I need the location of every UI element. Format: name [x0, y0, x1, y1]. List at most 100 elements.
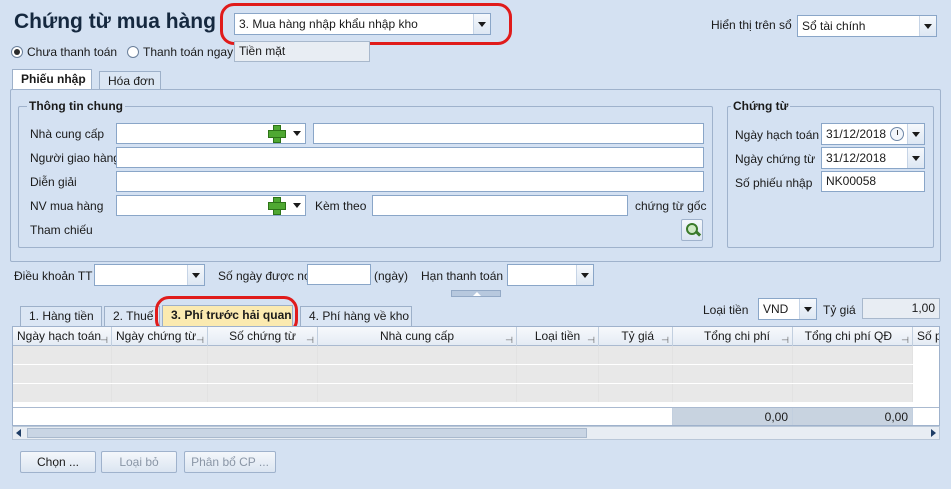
display-on-book-select[interactable]: Sổ tài chính	[797, 15, 937, 37]
posting-date-picker[interactable]: 31/12/2018	[821, 123, 925, 145]
unpaid-radio[interactable]	[11, 46, 23, 58]
currency-value: VND	[763, 302, 789, 316]
grid-footer: 0,00 0,00	[13, 407, 939, 425]
chevron-down-icon[interactable]	[576, 265, 593, 285]
tab-pre-customs-fees-label: 3. Phí trước hải quan	[171, 308, 292, 322]
col-posting-date[interactable]: Ngày hạch toán ⊣	[13, 327, 112, 346]
col-label: Nhà cung cấp	[379, 329, 455, 343]
original-docs-label: chứng từ gốc	[635, 199, 707, 213]
due-date-picker[interactable]	[507, 264, 594, 286]
voucher-date-picker[interactable]: 31/12/2018	[821, 147, 925, 169]
supplier-name-input[interactable]	[313, 123, 704, 144]
tab-invoice[interactable]: Hóa đơn	[99, 71, 161, 90]
voucher-date-label: Ngày chứng từ	[735, 152, 816, 166]
add-icon[interactable]	[268, 197, 286, 215]
paid-radio[interactable]	[127, 46, 139, 58]
collapse-splitter[interactable]	[451, 290, 501, 297]
deliverer-input[interactable]	[116, 147, 704, 168]
tab-invoice-label: Hóa đơn	[108, 74, 155, 88]
table-row[interactable]	[13, 365, 939, 383]
purchase-type-value: 3. Mua hàng nhập khẩu nhập kho	[239, 17, 418, 31]
tab-pre-customs-fees[interactable]: 3. Phí trước hải quan	[162, 305, 293, 327]
pin-icon[interactable]: ⊣	[100, 331, 108, 346]
tab-tax-label: 2. Thuế	[113, 309, 154, 323]
chevron-down-icon[interactable]	[919, 16, 936, 36]
credit-days-input[interactable]	[307, 264, 371, 285]
pin-icon[interactable]: ⊣	[587, 331, 595, 346]
col-label: Tỷ giá	[621, 329, 654, 343]
col-total-cost-qd[interactable]: Tổng chi phí QĐ ⊣	[793, 327, 913, 346]
grid-header: Ngày hạch toán ⊣ Ngày chứng từ ⊣ Số chứng …	[13, 327, 939, 346]
horizontal-scrollbar[interactable]	[12, 426, 940, 440]
tab-goods-money[interactable]: 1. Hàng tiền	[20, 306, 102, 327]
col-label: Ngày chứng từ	[116, 329, 197, 343]
clock-icon-wrap[interactable]	[889, 124, 907, 144]
payment-terms-label: Điều khoản TT	[14, 269, 93, 283]
receipt-no-input[interactable]: NK00058	[821, 171, 925, 192]
chevron-down-icon[interactable]	[799, 299, 816, 319]
col-supplier[interactable]: Nhà cung cấp ⊣	[318, 327, 517, 346]
fees-grid: Ngày hạch toán ⊣ Ngày chứng từ ⊣ Số chứng …	[12, 326, 940, 426]
col-label: Số chứng từ	[229, 329, 296, 343]
pin-icon[interactable]: ⊣	[901, 331, 909, 346]
rate-label: Tỷ giá	[823, 303, 856, 317]
voucher-title: Chứng từ	[731, 99, 791, 113]
col-total-cost[interactable]: Tổng chi phí ⊣	[673, 327, 793, 346]
description-label: Diễn giải	[30, 175, 77, 189]
footer-end	[913, 408, 939, 425]
table-row[interactable]	[13, 384, 939, 402]
search-icon[interactable]	[681, 219, 703, 241]
clock-icon	[890, 127, 904, 141]
reference-label: Tham chiếu	[30, 223, 93, 237]
choose-button[interactable]: Chọn ...	[20, 451, 96, 473]
tab-warehouse-fees[interactable]: 4. Phí hàng về kho	[300, 306, 412, 327]
currency-select[interactable]: VND	[758, 298, 817, 320]
tab-receipt[interactable]: Phiếu nhập	[12, 69, 92, 90]
receipt-no-label: Số phiếu nhập	[735, 176, 813, 190]
col-voucher-date[interactable]: Ngày chứng từ ⊣	[112, 327, 208, 346]
pin-icon[interactable]: ⊣	[196, 331, 204, 346]
chevron-down-icon[interactable]	[907, 148, 924, 168]
col-so-p[interactable]: Số p	[913, 327, 939, 346]
add-icon[interactable]	[268, 125, 286, 143]
col-label: Tổng chi phí QĐ	[804, 329, 892, 343]
attached-label: Kèm theo	[315, 199, 367, 213]
remove-button[interactable]: Loại bỏ	[101, 451, 177, 473]
scroll-right-icon[interactable]	[931, 429, 936, 437]
chevron-down-icon[interactable]	[293, 131, 301, 136]
general-info-title: Thông tin chung	[27, 99, 125, 113]
purchase-type-select[interactable]: 3. Mua hàng nhập khẩu nhập kho	[234, 13, 491, 35]
chevron-down-icon[interactable]	[187, 265, 204, 285]
col-currency[interactable]: Loại tiền ⊣	[517, 327, 599, 346]
pin-icon[interactable]: ⊣	[661, 331, 669, 346]
col-label: Ngày hạch toán	[17, 329, 102, 343]
chevron-down-icon[interactable]	[473, 14, 490, 34]
scroll-thumb[interactable]	[27, 428, 587, 438]
rate-field: 1,00	[862, 298, 940, 319]
supplier-label: Nhà cung cấp	[30, 127, 105, 141]
credit-days-label: Số ngày được nợ	[218, 269, 312, 283]
col-voucher-no[interactable]: Số chứng từ ⊣	[208, 327, 318, 346]
pin-icon[interactable]: ⊣	[781, 331, 789, 346]
description-input[interactable]	[116, 171, 704, 192]
pin-icon[interactable]: ⊣	[306, 331, 314, 346]
voucher-date-value: 31/12/2018	[826, 151, 887, 165]
scroll-left-icon[interactable]	[16, 429, 21, 437]
payment-terms-select[interactable]	[94, 264, 205, 286]
col-rate[interactable]: Tỷ giá ⊣	[599, 327, 673, 346]
unpaid-label: Chưa thanh toán	[27, 45, 118, 59]
days-unit-label: (ngày)	[374, 269, 409, 283]
chevron-down-icon[interactable]	[293, 203, 301, 208]
footer-total-cost-qd: 0,00	[793, 408, 913, 425]
allocate-cost-button[interactable]: Phân bổ CP ...	[184, 451, 276, 473]
payment-method-field: Tiền mặt	[234, 41, 370, 62]
pin-icon[interactable]: ⊣	[505, 331, 513, 346]
posting-date-label: Ngày hạch toán	[735, 128, 820, 142]
chevron-down-icon[interactable]	[907, 124, 924, 144]
attached-input[interactable]	[372, 195, 628, 216]
table-row[interactable]	[13, 346, 939, 364]
tab-tax[interactable]: 2. Thuế	[104, 306, 160, 327]
deliverer-label: Người giao hàng	[30, 151, 120, 165]
buyer-label: NV mua hàng	[30, 199, 104, 213]
display-on-book-label: Hiển thị trên sổ	[711, 18, 792, 32]
